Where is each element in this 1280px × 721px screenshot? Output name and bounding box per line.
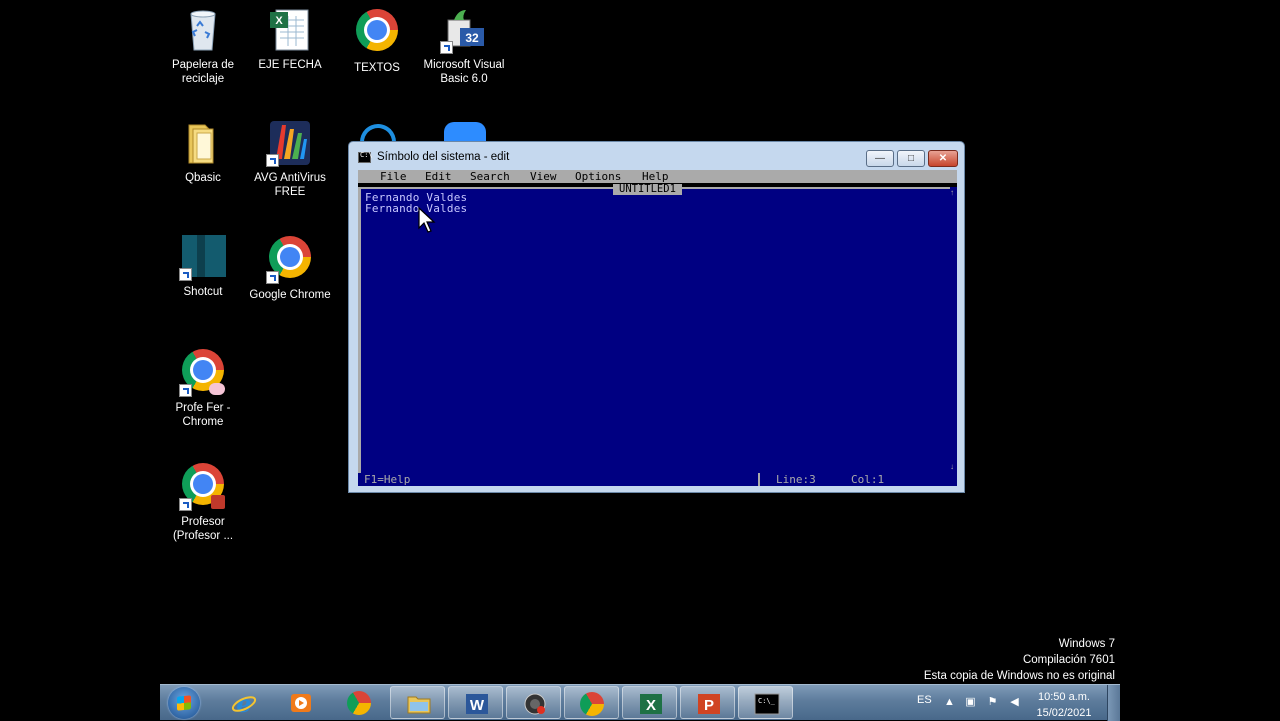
network-tray-icon[interactable]: ▣	[964, 696, 977, 709]
cmd-icon	[358, 151, 373, 163]
taskbar-explorer[interactable]	[390, 686, 445, 719]
shotcut-icon	[179, 233, 227, 281]
visual-basic-icon: 32	[440, 6, 488, 54]
start-button[interactable]	[168, 687, 200, 719]
watermark-line: Compilación 7601	[1022, 654, 1115, 666]
excel-icon: X	[640, 694, 662, 714]
chrome-profile-icon	[580, 692, 604, 716]
taskbar-powerpoint[interactable]: P	[680, 686, 735, 719]
desktop-icon-google-chrome[interactable]: Google Chrome	[245, 233, 335, 302]
shortcut-arrow-icon	[266, 271, 279, 284]
menu-edit[interactable]: Edit	[425, 170, 452, 183]
minimize-button[interactable]: —	[866, 150, 894, 167]
desktop-icon-profe-fer[interactable]: Profe Fer - Chrome	[160, 346, 248, 429]
explorer-icon	[407, 696, 431, 714]
taskbar-cmd[interactable]: C:\_	[738, 686, 793, 719]
status-separator	[758, 473, 760, 486]
show-desktop-button[interactable]	[1107, 685, 1120, 721]
svg-text:W: W	[470, 697, 485, 714]
obs-icon	[524, 693, 546, 715]
scroll-up-arrow-icon[interactable]: ↑	[950, 189, 957, 197]
desktop-icon-visual-basic[interactable]: 32 Microsoft Visual Basic 6.0	[419, 6, 509, 86]
folder-icon	[179, 119, 227, 167]
status-line: Line:3	[776, 473, 816, 486]
language-indicator[interactable]: ES	[917, 694, 932, 706]
desktop-icon-avg[interactable]: AVG AntiVirus FREE	[245, 119, 335, 199]
desktop-icon-eje-fecha[interactable]: X EJE FECHA	[245, 6, 335, 72]
desktop-icon-qbasic[interactable]: Qbasic	[160, 119, 248, 185]
show-hidden-icons-chevron-icon[interactable]: ▲	[943, 696, 956, 709]
taskbar: e W X P C:\_ ES ▲ ▣ ⚑ ◀ 10:50 a.m. 15/02…	[160, 684, 1120, 721]
scroll-down-arrow-icon[interactable]: ↓	[950, 463, 957, 471]
taskbar-chrome-profile[interactable]	[564, 686, 619, 719]
recycle-bin-icon	[179, 6, 227, 54]
mouse-pointer-icon	[418, 207, 436, 233]
vertical-scrollbar[interactable]: ↑ ↓	[950, 187, 957, 473]
taskbar-word[interactable]: W	[448, 686, 503, 719]
cmd-icon: C:\_	[754, 693, 780, 715]
watermark-line: Esta copia de Windows no es original	[923, 670, 1115, 682]
volume-icon[interactable]: ◀	[1008, 696, 1021, 709]
profile-badge-icon	[209, 383, 225, 395]
shortcut-arrow-icon	[179, 268, 192, 281]
svg-text:X: X	[275, 15, 283, 27]
powerpoint-icon: P	[698, 694, 720, 714]
desktop-icon-profesor[interactable]: Profesor (Profesor ...	[160, 460, 248, 543]
desktop-icon-recycle-bin[interactable]: Papelera de reciclaje	[160, 6, 248, 86]
menu-search[interactable]: Search	[470, 170, 510, 183]
shortcut-arrow-icon	[179, 384, 192, 397]
excel-file-icon: X	[266, 6, 314, 54]
svg-text:C:\_: C:\_	[758, 697, 776, 705]
taskbar-internet-explorer[interactable]: e	[216, 686, 271, 719]
document-title: UNTITLED1	[613, 184, 682, 195]
taskbar-excel[interactable]: X	[622, 686, 677, 719]
media-player-icon	[291, 694, 311, 712]
clock-date: 15/02/2021	[1036, 707, 1092, 719]
editor-statusbar: F1=Help Line:3 Col:1	[358, 473, 957, 486]
window-title: Símbolo del sistema - edit	[377, 151, 510, 163]
maximize-button[interactable]: □	[897, 150, 925, 167]
avg-icon	[266, 119, 314, 167]
desktop-icon-textos[interactable]: TEXTOS	[332, 6, 422, 75]
svg-text:X: X	[646, 697, 656, 714]
editor-line: Fernando Valdes	[365, 202, 468, 215]
window-titlebar[interactable]: Símbolo del sistema - edit — □ ✕	[349, 142, 964, 170]
desktop-icon-shotcut[interactable]: Shotcut	[160, 233, 248, 299]
internet-explorer-icon: e	[231, 691, 257, 715]
status-col: Col:1	[851, 473, 885, 486]
console-area[interactable]: File Edit Search View Options Help UNTIT…	[358, 170, 957, 486]
menu-view[interactable]: View	[530, 170, 557, 183]
menu-help[interactable]: Help	[642, 170, 669, 183]
shortcut-arrow-icon	[179, 498, 192, 511]
clock-time: 10:50 a.m.	[1038, 691, 1090, 703]
shortcut-arrow-icon	[440, 41, 453, 54]
editor-menubar: File Edit Search View Options Help	[358, 170, 957, 183]
word-icon: W	[466, 694, 488, 714]
svg-text:32: 32	[465, 31, 479, 45]
svg-text:P: P	[704, 697, 714, 714]
shortcut-arrow-icon	[266, 154, 279, 167]
watermark-line: Windows 7	[1058, 638, 1115, 650]
menu-options[interactable]: Options	[575, 170, 621, 183]
status-help: F1=Help	[364, 473, 411, 486]
text-editor-area[interactable]: Fernando Valdes Fernando Valdes	[358, 187, 954, 473]
windows-watermark: Windows 7 Compilación 7601 Esta copia de…	[924, 636, 1115, 684]
chrome-icon	[347, 691, 371, 715]
command-prompt-window[interactable]: Símbolo del sistema - edit — □ ✕ File Ed…	[348, 141, 965, 493]
clock[interactable]: 10:50 a.m. 15/02/2021	[1028, 689, 1100, 721]
taskbar-obs[interactable]	[506, 686, 561, 719]
profile-badge-icon	[211, 495, 225, 509]
chrome-icon	[356, 9, 398, 51]
close-button[interactable]: ✕	[928, 150, 958, 167]
action-center-flag-icon[interactable]: ⚑	[986, 696, 999, 709]
menu-file[interactable]: File	[380, 170, 407, 183]
taskbar-media-player[interactable]	[273, 686, 328, 719]
taskbar-chrome[interactable]	[332, 686, 387, 719]
